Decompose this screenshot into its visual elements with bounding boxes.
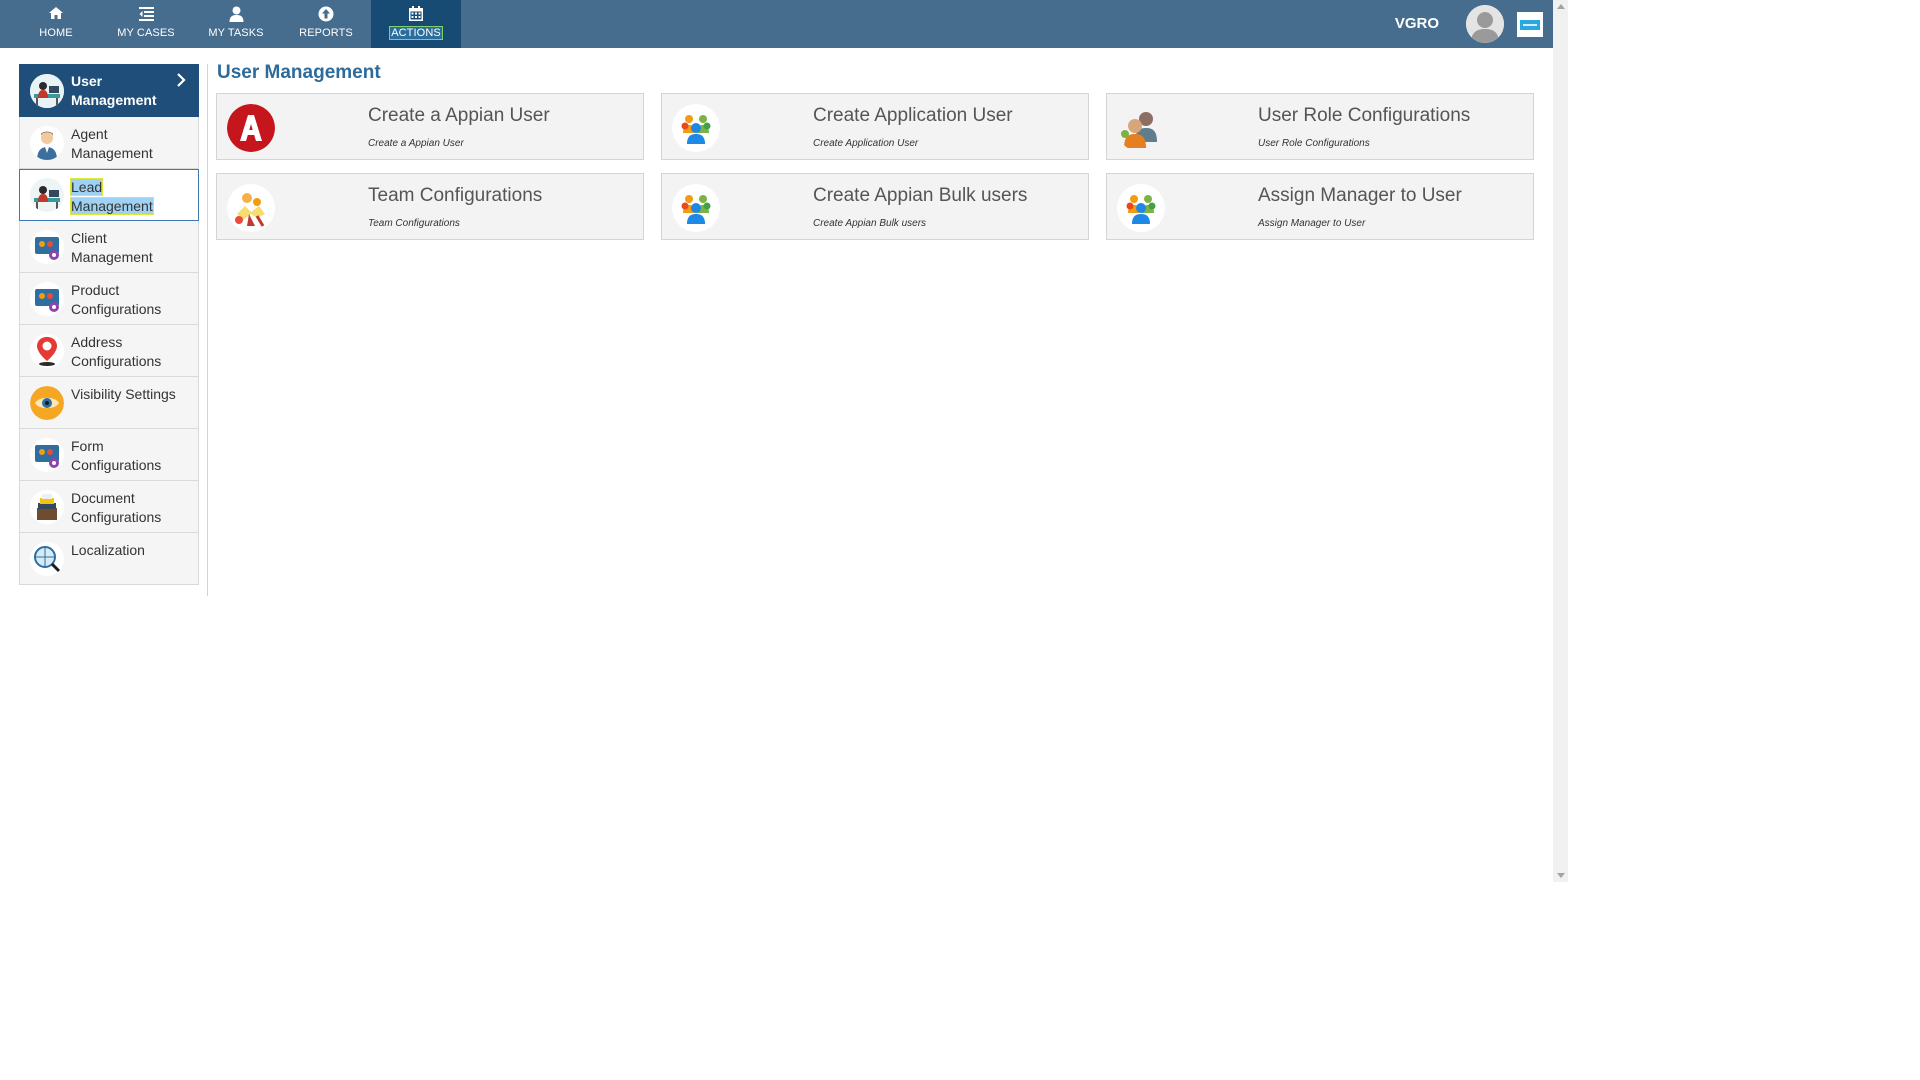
calendar-icon [371,6,461,23]
sidebar-item-product-configurations[interactable]: Product Configurations [19,273,199,325]
arrow-up-circle-icon [281,6,371,23]
content-divider [207,64,208,596]
sidebar-item-agent-management[interactable]: Agent Management [19,117,199,169]
sidebar-item-lead-management[interactable]: Lead Management [19,169,199,221]
nav-home[interactable]: HOME [11,0,101,48]
home-icon [11,6,101,23]
nav-my-tasks[interactable]: MY TASKS [191,0,281,48]
card-create-application-user[interactable]: Create Application User Create Applicati… [661,93,1089,160]
users-pair-icon [1117,104,1165,152]
sidebar-item-label: Form Configurations [71,438,162,473]
nav-actions[interactable]: ACTIONS [371,0,461,48]
sidebar-item-document-configurations[interactable]: Document Configurations [19,481,199,533]
card-subtitle: Create Application User [813,138,919,149]
card-create-appian-user[interactable]: Create a Appian User Create a Appian Use… [216,93,644,160]
sidebar-item-label: Lead Management [71,179,153,214]
scroll-up-icon[interactable] [1557,4,1565,9]
sidebar-item-label: Agent Management [71,126,153,161]
vertical-scrollbar[interactable] [1553,0,1568,882]
company-logo-icon[interactable] [1517,12,1543,37]
scroll-down-icon[interactable] [1557,873,1565,878]
card-subtitle: Assign Manager to User [1258,218,1366,229]
sidebar-item-label: Address Configurations [71,334,162,369]
card-title: Create a Appian User [368,105,550,126]
card-title: Create Application User [813,105,1013,126]
group-icon [672,104,720,152]
sidebar-item-form-configurations[interactable]: Form Configurations [19,429,199,481]
card-create-appian-bulk-users[interactable]: Create Appian Bulk users Create Appian B… [661,173,1089,240]
sidebar-item-label: Document Configurations [71,490,162,525]
person-icon [191,6,281,23]
sidebar: User Management Agent Management Lead Manag… [19,64,199,585]
chevron-right-icon [176,73,186,92]
lead-icon [30,178,64,212]
sidebar-item-label: Client Management [71,230,153,265]
nav-actions-label: ACTIONS [389,26,443,40]
card-subtitle: Create a Appian User [368,138,464,149]
client-icon [30,229,64,264]
card-title: User Role Configurations [1258,105,1471,126]
sidebar-item-localization[interactable]: Localization [19,533,199,585]
card-subtitle: Team Configurations [368,218,460,229]
card-subtitle: Create Appian Bulk users [813,218,927,229]
avatar[interactable] [1466,5,1504,43]
card-title: Assign Manager to User [1258,185,1462,206]
sidebar-item-address-configurations[interactable]: Address Configurations [19,325,199,377]
sidebar-item-client-management[interactable]: Client Management [19,221,199,273]
sidebar-item-label: Product Configurations [71,282,162,317]
map-pin-icon [30,333,64,368]
card-user-role-configurations[interactable]: User Role Configurations User Role Confi… [1106,93,1534,160]
card-assign-manager-to-user[interactable]: Assign Manager to User Assign Manager to… [1106,173,1534,240]
list-icon [101,6,191,23]
appian-logo-icon [227,104,275,152]
nav-reports[interactable]: REPORTS [281,0,371,48]
product-icon [30,281,64,316]
user-name[interactable]: VGRO [1395,15,1439,32]
sidebar-item-visibility-settings[interactable]: Visibility Settings [19,377,199,429]
agent-icon [30,125,64,160]
top-navigation-bar: HOME MY CASES MY TASKS REPORTS ACTIONS V… [0,0,1553,48]
sidebar-item-label: Localization [71,542,145,558]
eye-icon [30,385,64,420]
card-team-configurations[interactable]: Team Configurations Team Configurations [216,173,644,240]
document-icon [30,489,64,524]
globe-search-icon [30,541,64,576]
nav-reports-label: REPORTS [299,27,353,39]
form-icon [30,437,64,472]
sidebar-item-label: Visibility Settings [71,386,176,402]
user-management-icon [30,73,64,108]
team-celebrate-icon [227,184,275,232]
nav-home-label: HOME [39,27,73,39]
card-title: Team Configurations [368,185,543,206]
sidebar-item-label: User Management [71,73,157,108]
nav-my-cases[interactable]: MY CASES [101,0,191,48]
group-icon [672,184,720,232]
nav-my-cases-label: MY CASES [117,27,175,39]
sidebar-item-user-management[interactable]: User Management [19,64,199,117]
nav-my-tasks-label: MY TASKS [208,27,264,39]
card-subtitle: User Role Configurations [1258,138,1370,149]
group-icon [1117,184,1165,232]
page-title: User Management [217,62,381,83]
card-title: Create Appian Bulk users [813,185,1028,206]
